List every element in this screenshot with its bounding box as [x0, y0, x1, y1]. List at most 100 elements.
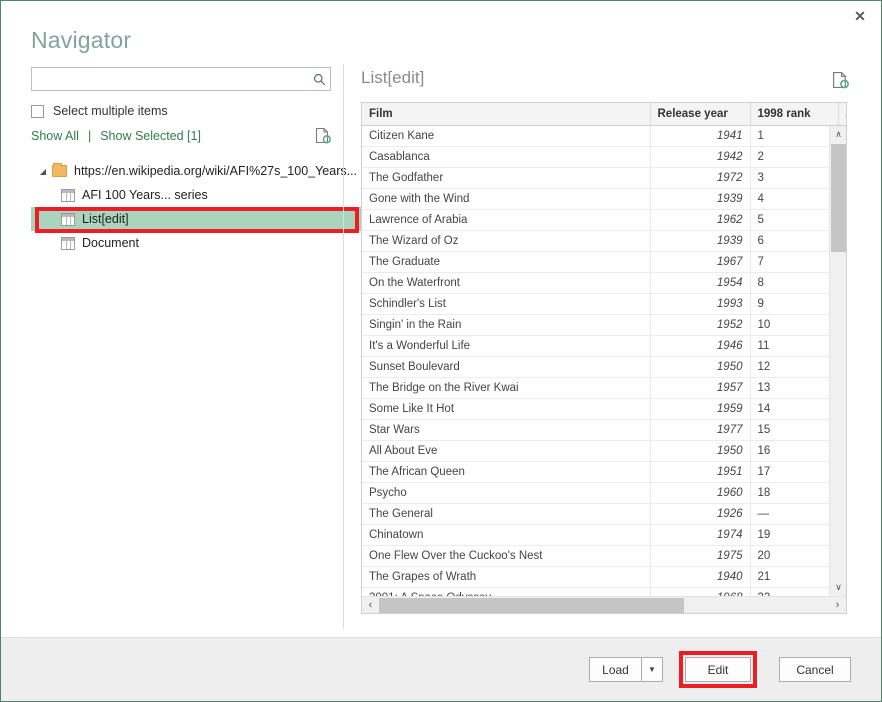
cell-film: Some Like It Hot — [362, 398, 651, 420]
cell-1998-rank: 13 — [750, 377, 839, 399]
table-row[interactable]: The Godfather 1972 3 — [362, 167, 846, 189]
chevron-down-icon[interactable]: ▼ — [641, 657, 663, 682]
panel-divider — [343, 64, 344, 629]
scroll-right-icon[interactable]: › — [829, 597, 846, 614]
cell-1998-rank: 9 — [750, 293, 839, 315]
tree-item-afi-100-years-series[interactable]: AFI 100 Years... series — [31, 183, 361, 207]
dialog-footer: Load ▼ Edit Cancel — [1, 637, 881, 701]
cell-1998-rank: 21 — [750, 566, 839, 588]
column-header-release-year[interactable]: Release year — [650, 103, 751, 126]
cell-film: The Godfather — [362, 167, 651, 189]
table-row[interactable]: On the Waterfront 1954 8 — [362, 272, 846, 294]
search-box[interactable] — [31, 67, 331, 91]
table-row[interactable]: Casablanca 1942 2 — [362, 146, 846, 168]
cell-release-year: 1950 — [650, 356, 751, 378]
column-header-1998-rank[interactable]: 1998 rank — [750, 103, 839, 126]
scroll-up-icon[interactable]: ∧ — [830, 126, 846, 143]
table-row[interactable]: Sunset Boulevard 1950 12 — [362, 356, 846, 378]
cell-1998-rank: 6 — [750, 230, 839, 252]
table-row[interactable]: The Graduate 1967 7 — [362, 251, 846, 273]
cell-release-year: 1974 — [650, 524, 751, 546]
close-icon[interactable]: ✕ — [839, 1, 881, 31]
tree-item-label: AFI 100 Years... series — [82, 188, 208, 202]
preview-table-container: Film Release year 1998 rank 200 Citizen … — [361, 102, 847, 614]
preview-horizontal-scrollbar[interactable]: ‹ › — [362, 596, 846, 613]
search-input[interactable] — [32, 68, 308, 90]
cell-1998-rank: 2 — [750, 146, 839, 168]
cell-release-year: 1951 — [650, 461, 751, 483]
table-row[interactable]: Chinatown 1974 19 — [362, 524, 846, 546]
table-row[interactable]: Citizen Kane 1941 1 — [362, 125, 846, 147]
table-row[interactable]: One Flew Over the Cuckoo's Nest 1975 20 — [362, 545, 846, 567]
cell-release-year: 1940 — [650, 566, 751, 588]
table-row[interactable]: The Grapes of Wrath 1940 21 — [362, 566, 846, 588]
cell-film: Star Wars — [362, 419, 651, 441]
table-row[interactable]: Star Wars 1977 15 — [362, 419, 846, 441]
select-multiple-items-checkbox[interactable] — [31, 104, 44, 118]
cell-1998-rank: 14 — [750, 398, 839, 420]
tree-root-label: https://en.wikipedia.org/wiki/AFI%27s_10… — [74, 164, 358, 178]
cell-release-year: 1939 — [650, 188, 751, 210]
cell-release-year: 1952 — [650, 314, 751, 336]
cell-release-year: 1950 — [650, 440, 751, 462]
cell-film: The Bridge on the River Kwai — [362, 377, 651, 399]
cell-1998-rank: — — [750, 503, 839, 525]
horizontal-scroll-thumb[interactable] — [379, 597, 684, 613]
select-multiple-items-row[interactable]: Select multiple items — [31, 104, 351, 118]
cell-release-year: 1959 — [650, 398, 751, 420]
table-row[interactable]: Gone with the Wind 1939 4 — [362, 188, 846, 210]
show-all-link[interactable]: Show All — [31, 129, 79, 143]
table-row[interactable]: The Bridge on the River Kwai 1957 13 — [362, 377, 846, 399]
cell-film: Chinatown — [362, 524, 651, 546]
table-row[interactable]: Schindler's List 1993 9 — [362, 293, 846, 315]
cell-film: Schindler's List — [362, 293, 651, 315]
column-header-film[interactable]: Film — [362, 103, 651, 126]
tree-item-list-edit[interactable]: List[edit] — [31, 207, 361, 231]
cell-1998-rank: 19 — [750, 524, 839, 546]
cell-release-year: 1977 — [650, 419, 751, 441]
table-icon — [61, 236, 75, 250]
cell-1998-rank: 17 — [750, 461, 839, 483]
table-row[interactable]: The General 1926— — [362, 503, 846, 525]
cell-1998-rank: 20 — [750, 545, 839, 567]
table-row[interactable]: All About Eve 1950 16 — [362, 440, 846, 462]
refresh-preview-icon[interactable] — [832, 71, 849, 94]
table-row[interactable]: Psycho 1960 18 — [362, 482, 846, 504]
table-row[interactable]: It's a Wonderful Life 1946 11 — [362, 335, 846, 357]
vertical-scroll-thumb[interactable] — [831, 144, 846, 252]
show-selected-link[interactable]: Show Selected [1] — [100, 129, 201, 143]
cancel-button[interactable]: Cancel — [779, 657, 851, 682]
column-header-2007-rank[interactable]: 200 — [838, 103, 846, 126]
cell-film: The African Queen — [362, 461, 651, 483]
search-icon[interactable] — [308, 68, 330, 90]
folder-icon — [52, 163, 67, 177]
edit-button[interactable]: Edit — [685, 657, 751, 682]
cell-film: The General — [362, 503, 651, 525]
cell-film: The Wizard of Oz — [362, 230, 651, 252]
scroll-down-icon[interactable]: ∨ — [830, 579, 846, 596]
table-row[interactable]: The African Queen 1951 17 — [362, 461, 846, 483]
table-header-row: Film Release year 1998 rank 200 — [362, 103, 846, 126]
table-icon — [61, 212, 75, 226]
chevron-expanded-icon[interactable]: ◢ — [37, 165, 49, 177]
table-row[interactable]: Lawrence of Arabia 1962 5 — [362, 209, 846, 231]
tree-root-node[interactable]: ◢ https://en.wikipedia.org/wiki/AFI%27s_… — [31, 159, 361, 183]
tree-item-document[interactable]: Document — [31, 231, 361, 255]
cell-film: Gone with the Wind — [362, 188, 651, 210]
cell-1998-rank: 15 — [750, 419, 839, 441]
refresh-preview-icon[interactable] — [315, 127, 331, 147]
cell-release-year: 1957 — [650, 377, 751, 399]
cell-1998-rank: 7 — [750, 251, 839, 273]
navigator-preview-panel: List[edit] Film Release year 1998 rank 2… — [361, 65, 857, 630]
cell-release-year: 1926 — [650, 503, 751, 525]
cell-film: On the Waterfront — [362, 272, 651, 294]
table-row[interactable]: Singin' in the Rain 1952 10 — [362, 314, 846, 336]
cell-1998-rank: 1 — [750, 125, 839, 147]
horizontal-scroll-track[interactable] — [379, 597, 829, 614]
load-button[interactable]: Load — [589, 657, 641, 682]
preview-table-body: Citizen Kane 1941 1 Casablanca 1942 2 The Godf… — [362, 125, 846, 613]
scroll-left-icon[interactable]: ‹ — [362, 597, 379, 614]
preview-vertical-scrollbar[interactable]: ∧ ∨ — [829, 126, 846, 596]
table-row[interactable]: The Wizard of Oz 1939 6 — [362, 230, 846, 252]
table-row[interactable]: Some Like It Hot 1959 14 — [362, 398, 846, 420]
